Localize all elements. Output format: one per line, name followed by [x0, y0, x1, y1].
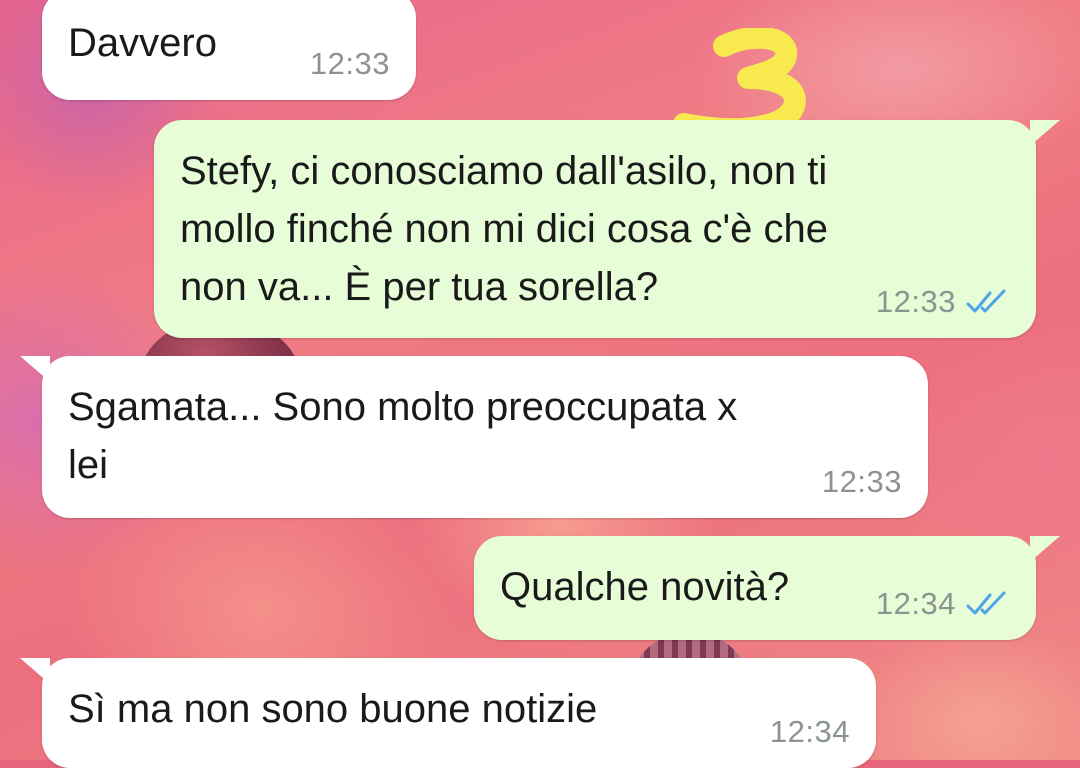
message-meta: 12:33	[876, 284, 1010, 320]
bubble-tail	[1030, 536, 1060, 562]
message-time: 12:33	[875, 284, 956, 319]
message-time: 12:33	[309, 46, 390, 81]
message-time: 12:33	[821, 464, 902, 499]
message-meta: 12:34	[770, 714, 850, 750]
message-text: Qualche novità?	[500, 565, 790, 609]
message-text: Sì ma non sono buone notizie	[68, 687, 598, 731]
message-text: Davvero	[68, 21, 217, 65]
incoming-message-bubble[interactable]: Sì ma non sono buone notizie 12:34	[20, 658, 876, 768]
double-check-read-icon	[966, 288, 1010, 316]
message-time: 12:34	[769, 714, 850, 749]
incoming-message-bubble[interactable]: Davvero 12:33	[42, 0, 416, 100]
message-meta: 12:34	[876, 586, 1010, 622]
message-meta: 12:33	[310, 46, 390, 82]
bubble-tail	[20, 658, 50, 684]
incoming-message-bubble[interactable]: Sgamata... Sono molto preoccupata x lei …	[20, 356, 928, 518]
message-time: 12:34	[875, 586, 956, 621]
message-meta: 12:33	[822, 464, 902, 500]
outgoing-message-bubble[interactable]: Qualche novità? 12:34	[474, 536, 1060, 640]
message-text: Stefy, ci conosciamo dall'asilo, non ti …	[180, 149, 828, 309]
outgoing-message-bubble[interactable]: Stefy, ci conosciamo dall'asilo, non ti …	[154, 120, 1060, 338]
bubble-tail	[1030, 120, 1060, 146]
bubble-tail	[20, 356, 50, 382]
double-check-read-icon	[966, 590, 1010, 618]
message-text: Sgamata... Sono molto preoccupata x lei	[68, 385, 738, 487]
